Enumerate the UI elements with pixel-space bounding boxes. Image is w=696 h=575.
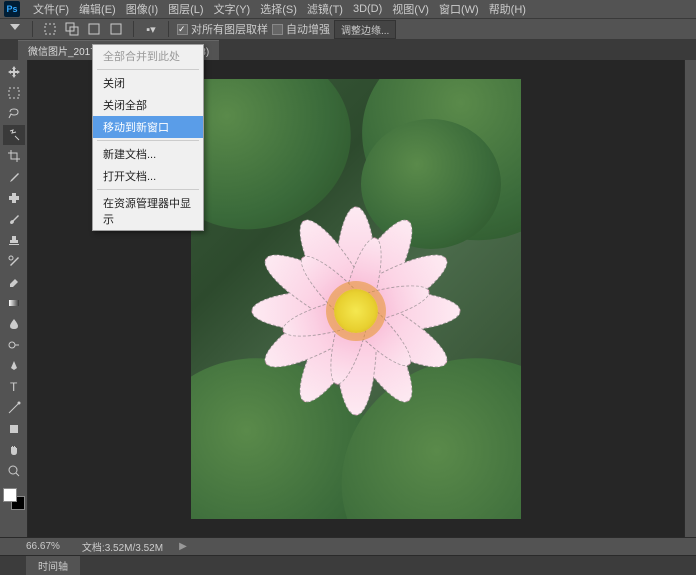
path-tool[interactable] [3,398,25,418]
options-bar: ▪▾ 对所有图层取样 自动增强 调整边缘... [0,18,696,40]
ctx-move-to-new-window[interactable]: 移动到新窗口 [93,116,203,138]
foreground-color-swatch[interactable] [3,488,17,502]
eraser-tool[interactable] [3,272,25,292]
zoom-level[interactable]: 66.67% [20,540,66,553]
right-gutter [684,60,696,537]
blur-tool[interactable] [3,314,25,334]
heal-tool[interactable] [3,188,25,208]
ctx-open-document[interactable]: 打开文档... [93,165,203,187]
menu-edit[interactable]: 编辑(E) [74,0,121,19]
eyedropper-tool[interactable] [3,167,25,187]
menu-image[interactable]: 图像(I) [121,0,163,19]
status-bar: 66.67% 文档:3.52M/3.52M ▶ [0,537,696,555]
ctx-separator [97,69,199,70]
menu-filter[interactable]: 滤镜(T) [302,0,348,19]
menu-layer[interactable]: 图层(L) [163,0,208,19]
menu-3d[interactable]: 3D(D) [348,1,387,17]
context-menu: 全部合并到此处 关闭 关闭全部 移动到新窗口 新建文档... 打开文档... 在… [92,44,204,231]
app-logo: Ps [4,1,20,17]
zoom-tool[interactable] [3,461,25,481]
menu-help[interactable]: 帮助(H) [484,0,531,19]
checkbox-icon [177,24,188,35]
refine-edge-button[interactable]: 调整边缘... [334,20,396,39]
sample-all-label: 对所有图层取样 [191,21,268,37]
brush-tool[interactable] [3,209,25,229]
status-flyout-icon[interactable]: ▶ [179,541,187,552]
tool-panel: T [0,60,28,537]
quick-selection-tool[interactable] [3,125,25,145]
bottom-panel: 时间轴 [0,555,696,575]
ctx-separator [97,189,199,190]
dodge-tool[interactable] [3,335,25,355]
menu-window[interactable]: 窗口(W) [434,0,484,19]
ctx-close[interactable]: 关闭 [93,72,203,94]
stamp-tool[interactable] [3,230,25,250]
document-info[interactable]: 文档:3.52M/3.52M [76,538,169,555]
selection-new-icon[interactable] [41,20,59,38]
color-swatches[interactable] [3,488,25,510]
svg-text:T: T [10,380,18,394]
gradient-tool[interactable] [3,293,25,313]
tool-preset-icon[interactable] [6,20,24,38]
selection-subtract-icon[interactable] [85,20,103,38]
sample-all-layers-checkbox[interactable]: 对所有图层取样 [177,21,268,37]
auto-enhance-checkbox[interactable]: 自动增强 [272,21,330,37]
selection-intersect-icon[interactable] [107,20,125,38]
auto-enhance-label: 自动增强 [286,21,330,37]
pen-tool[interactable] [3,356,25,376]
ctx-merge-all-here[interactable]: 全部合并到此处 [93,45,203,67]
image-content [236,191,476,431]
ctx-reveal-in-explorer[interactable]: 在资源管理器中显示 [93,192,203,230]
ctx-separator [97,140,199,141]
move-tool[interactable] [3,62,25,82]
lasso-tool[interactable] [3,104,25,124]
crop-tool[interactable] [3,146,25,166]
menu-view[interactable]: 视图(V) [387,0,434,19]
selection-add-icon[interactable] [63,20,81,38]
ctx-new-document[interactable]: 新建文档... [93,143,203,165]
timeline-tab[interactable]: 时间轴 [26,556,80,575]
type-tool[interactable]: T [3,377,25,397]
brush-picker-icon[interactable]: ▪▾ [142,20,160,38]
menu-file[interactable]: 文件(F) [28,0,74,19]
menu-bar: Ps 文件(F) 编辑(E) 图像(I) 图层(L) 文字(Y) 选择(S) 滤… [0,0,696,18]
checkbox-icon [272,24,283,35]
document-canvas[interactable] [191,79,521,519]
history-brush-tool[interactable] [3,251,25,271]
hand-tool[interactable] [3,440,25,460]
shape-tool[interactable] [3,419,25,439]
ctx-close-all[interactable]: 关闭全部 [93,94,203,116]
menu-type[interactable]: 文字(Y) [209,0,256,19]
marquee-tool[interactable] [3,83,25,103]
menu-select[interactable]: 选择(S) [255,0,302,19]
